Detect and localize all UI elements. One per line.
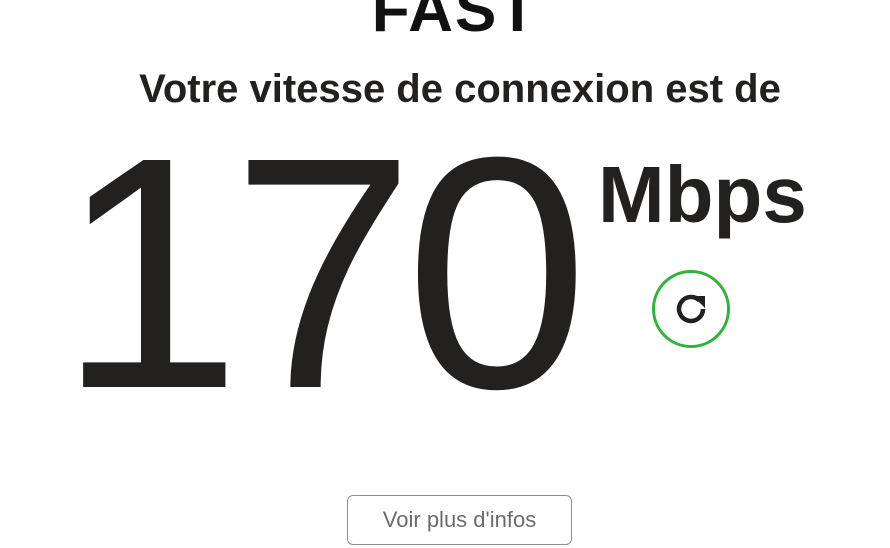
speed-test-page: FAST Votre vitesse de connexion est de 1… [0,0,890,548]
speed-value: 170 [58,88,589,457]
more-info-button[interactable]: Voir plus d'infos [347,495,572,545]
speed-units: Mbps [598,150,807,239]
fast-logo: FAST [371,0,539,45]
refresh-icon [676,294,706,324]
refresh-button[interactable] [652,270,730,348]
